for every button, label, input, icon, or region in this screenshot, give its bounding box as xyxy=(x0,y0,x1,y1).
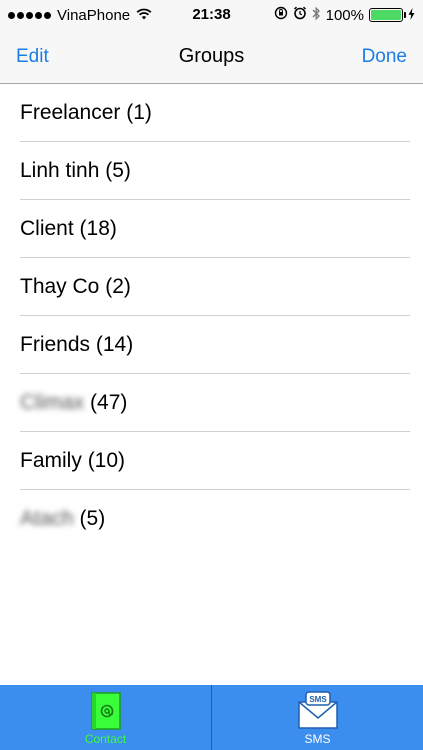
group-name: Thay Co xyxy=(20,275,100,298)
tab-bar: Contact SMS SMS xyxy=(0,685,423,750)
sms-envelope-icon: SMS xyxy=(297,691,338,729)
alarm-clock-icon xyxy=(293,6,307,24)
group-count: (1) xyxy=(126,101,152,124)
group-row-friends[interactable]: Friends (14) xyxy=(0,316,423,374)
group-row-thay-co[interactable]: Thay Co (2) xyxy=(0,258,423,316)
battery-icon xyxy=(369,8,406,22)
sms-badge-text: SMS xyxy=(309,695,327,704)
group-row-client[interactable]: Client (18) xyxy=(0,200,423,258)
group-row-freelancer[interactable]: Freelancer (1) xyxy=(0,84,423,142)
contact-book-icon xyxy=(90,692,121,730)
group-name: Friends xyxy=(20,333,91,356)
group-row-linh-tinh[interactable]: Linh tinh (5) xyxy=(0,142,423,200)
status-right: 100% xyxy=(274,0,415,30)
battery-percentage: 100% xyxy=(325,6,364,24)
tab-sms[interactable]: SMS SMS xyxy=(211,685,423,750)
group-count: (14) xyxy=(95,333,134,356)
group-name: Client xyxy=(20,217,74,240)
group-count: (5) xyxy=(105,159,131,182)
status-bar: VinaPhone 21:38 100% xyxy=(0,0,423,30)
group-list: Freelancer (1) Linh tinh (5) Client (18)… xyxy=(0,84,423,548)
charging-icon xyxy=(408,7,415,24)
navigation-bar: Edit Groups Done xyxy=(0,30,423,84)
page-title: Groups xyxy=(178,45,245,67)
group-count: (10) xyxy=(87,449,126,472)
group-count: (2) xyxy=(105,275,131,298)
rotation-lock-icon xyxy=(274,6,288,24)
group-count: (18) xyxy=(79,217,117,240)
group-count: (5) xyxy=(79,507,106,530)
group-name-blurred: Climax xyxy=(20,391,85,414)
done-button[interactable]: Done xyxy=(362,30,407,83)
group-name: Linh tinh xyxy=(20,159,100,182)
group-row-blurred-2[interactable]: Atach (5) xyxy=(0,490,423,548)
tab-contact[interactable]: Contact xyxy=(0,685,211,750)
tab-contact-label: Contact xyxy=(84,732,127,746)
groups-screen: VinaPhone 21:38 100% Edit Groups Done Fr… xyxy=(0,0,423,750)
group-row-family[interactable]: Family (10) xyxy=(0,432,423,490)
group-name: Freelancer xyxy=(20,101,121,124)
bluetooth-icon xyxy=(312,6,321,25)
group-count: (47) xyxy=(90,391,128,414)
group-name-blurred: Atach xyxy=(20,507,74,530)
tab-sms-label: SMS xyxy=(304,732,331,746)
group-name: Family xyxy=(20,449,82,472)
group-row-blurred-1[interactable]: Climax (47) xyxy=(0,374,423,432)
